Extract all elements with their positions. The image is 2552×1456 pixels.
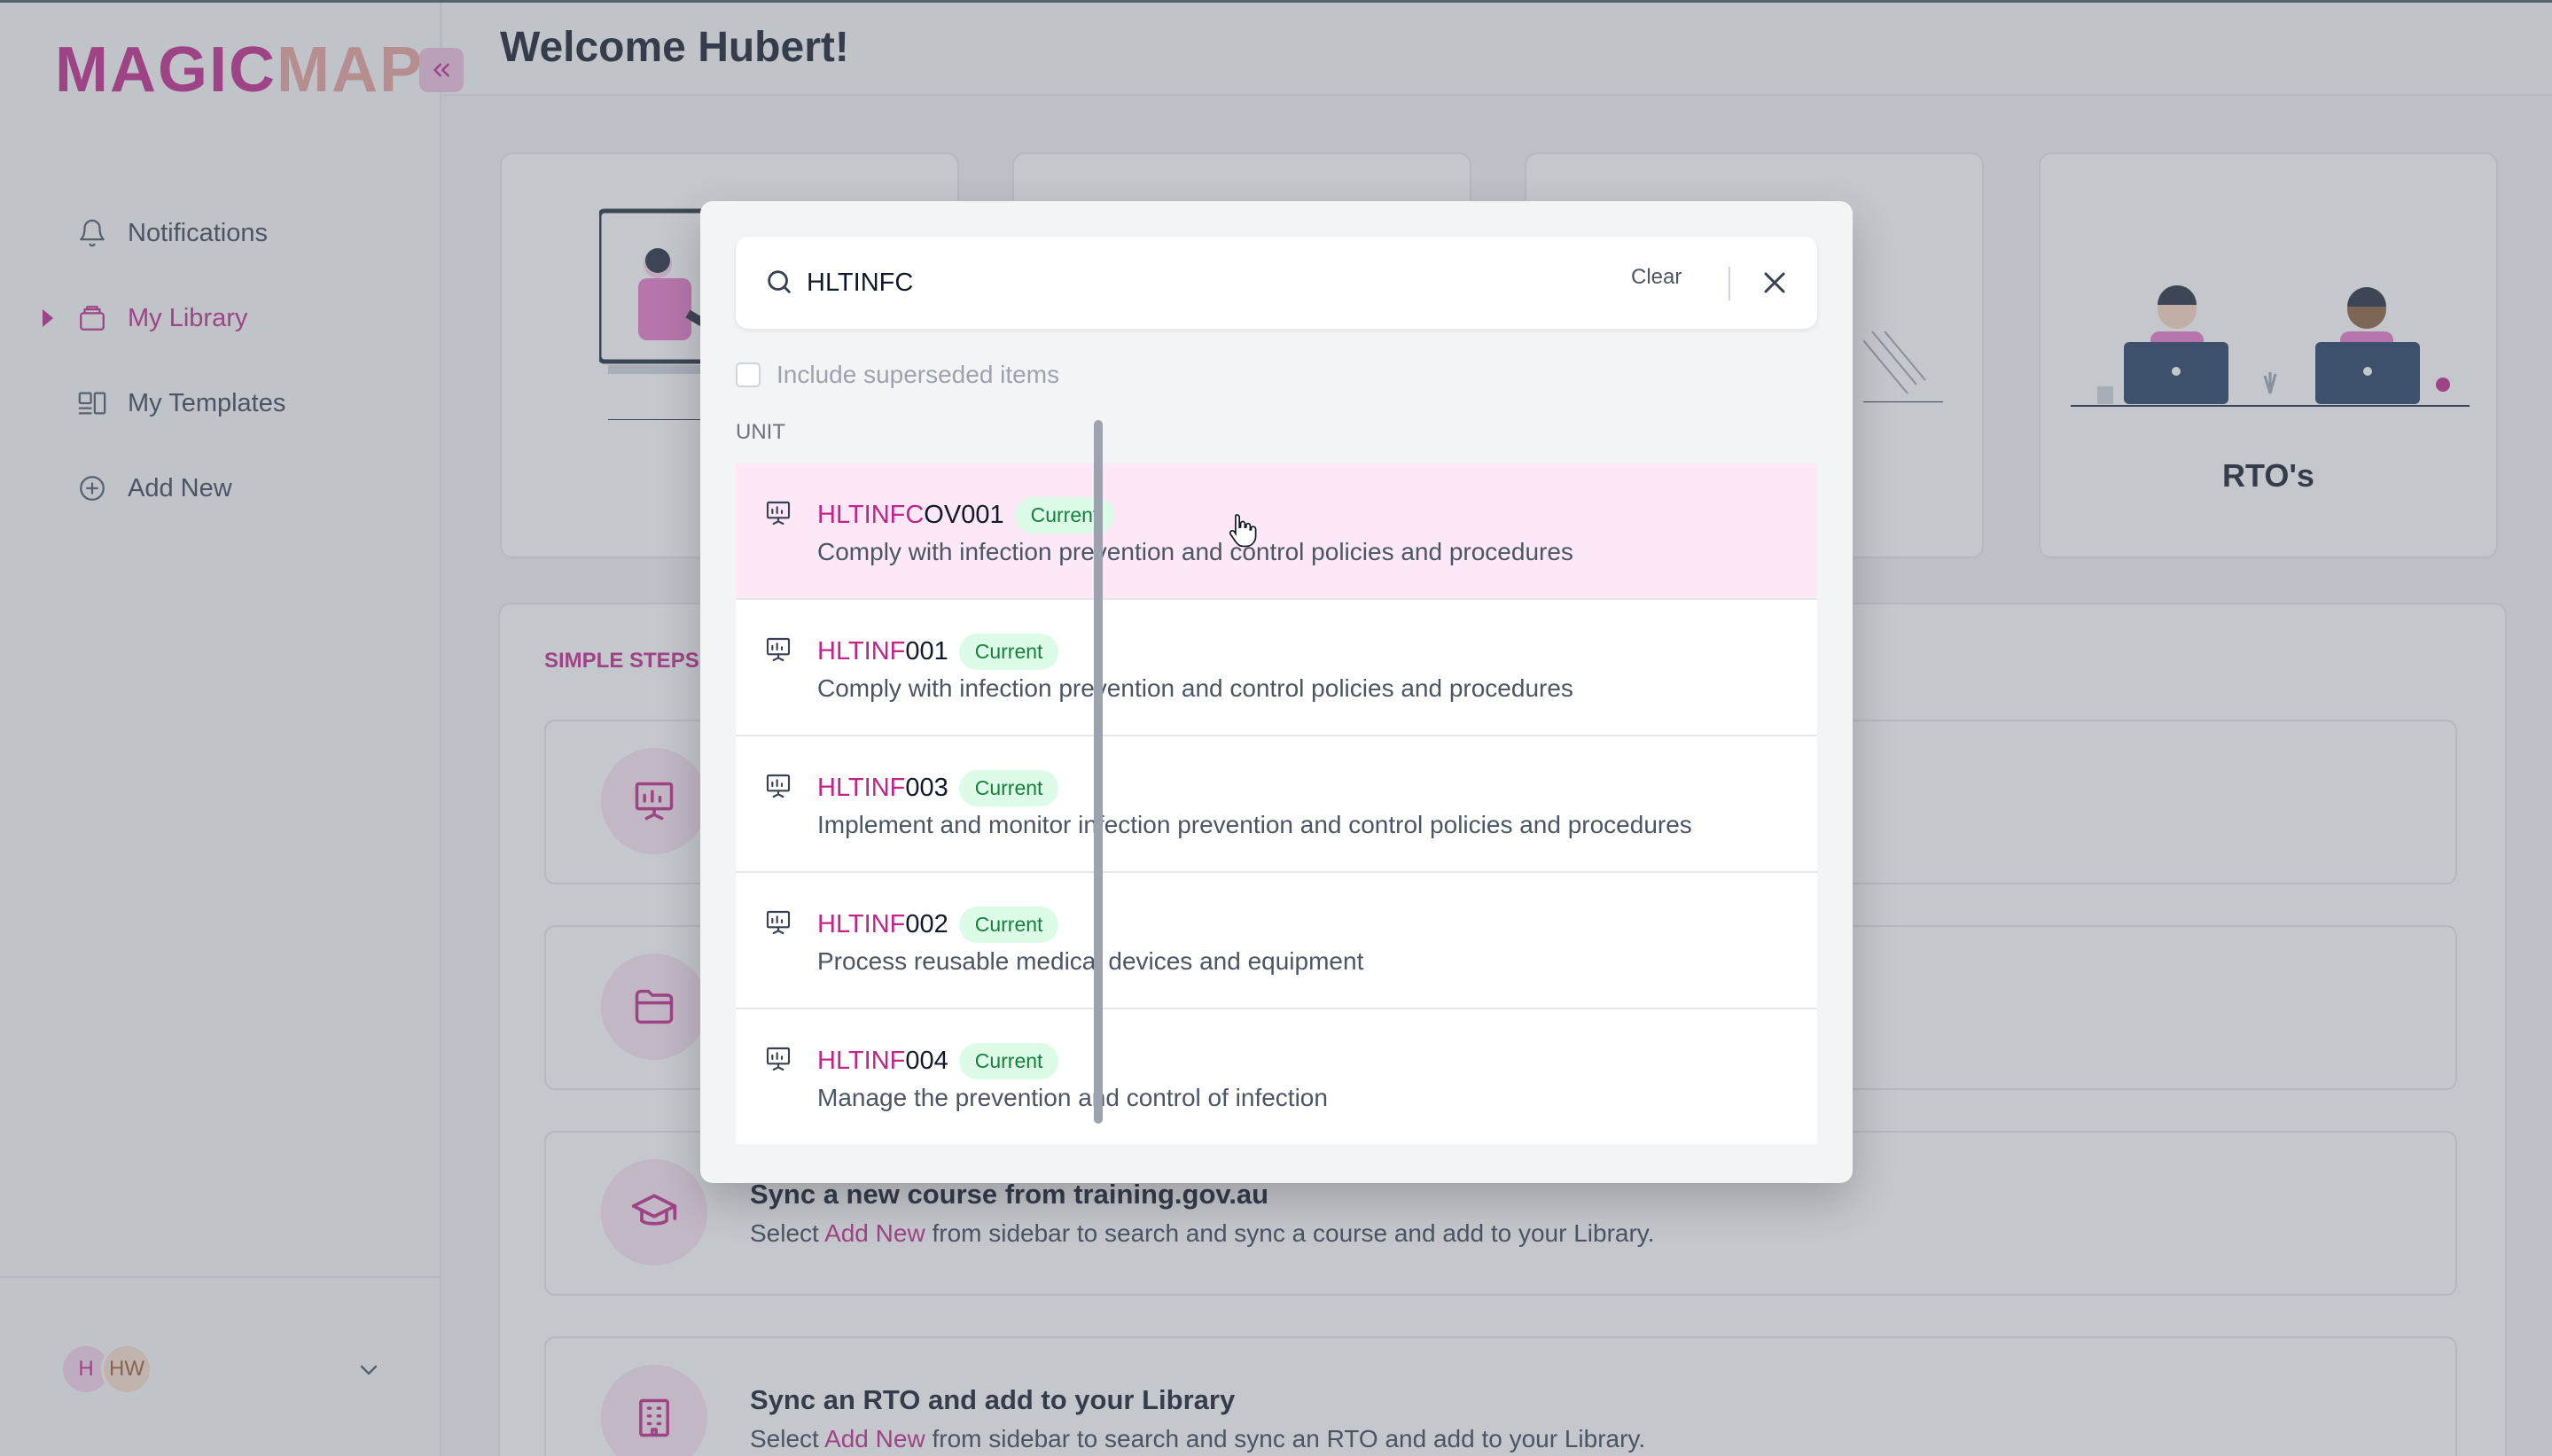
- unit-icon: [764, 1045, 792, 1078]
- code-rest: 003: [905, 774, 948, 802]
- result-item[interactable]: HLTINF 002 Current Process reusable medica…: [736, 873, 1817, 1009]
- hand-cursor-icon: [1229, 514, 1257, 548]
- search-bar: Clear: [736, 237, 1817, 329]
- result-title: Manage the prevention and control of inf…: [817, 1084, 1328, 1111]
- result-code: HLTINF 002 Current: [817, 907, 1059, 943]
- result-group-label: UNIT: [736, 420, 785, 444]
- results-scrollbar[interactable]: [1094, 420, 1103, 1124]
- search-modal: Clear Include superseded items UNIT HLTI…: [700, 201, 1853, 1183]
- include-superseded-label: Include superseded items: [777, 361, 1060, 388]
- result-code: HLTINFC OV001 Current: [817, 497, 1115, 533]
- result-item[interactable]: HLTINF 001 Current Comply with infection p…: [736, 600, 1817, 736]
- status-badge: Current: [958, 1043, 1059, 1079]
- app-root: MAGIC MAP Notifications My Library My Te…: [0, 0, 2552, 1456]
- code-match: HLTINF: [817, 637, 906, 666]
- clear-button[interactable]: Clear: [1631, 265, 1682, 290]
- result-title: Comply with infection prevention and con…: [817, 538, 1573, 565]
- code-rest: 001: [905, 637, 948, 666]
- result-item[interactable]: HLTINF 003 Current Implement and monitor i…: [736, 736, 1817, 873]
- divider: [1729, 267, 1730, 300]
- result-code: HLTINF 003 Current: [817, 770, 1059, 806]
- result-code: HLTINF 004 Current: [817, 1043, 1059, 1079]
- code-match: HLTINF: [817, 910, 906, 938]
- code-rest: 002: [905, 910, 948, 938]
- code-rest: OV001: [924, 501, 1004, 529]
- result-title: Process reusable medical devices and equ…: [817, 947, 1364, 975]
- code-match: HLTINF: [817, 1047, 906, 1075]
- code-match: HLTINFC: [817, 501, 925, 529]
- status-badge: Current: [958, 634, 1059, 670]
- unit-icon: [764, 499, 792, 532]
- include-superseded-option[interactable]: Include superseded items: [736, 361, 1059, 389]
- search-icon: [764, 267, 794, 301]
- unit-icon: [764, 908, 792, 941]
- result-code: HLTINF 001 Current: [817, 634, 1059, 670]
- unit-icon: [764, 772, 792, 805]
- result-title: Implement and monitor infection preventi…: [817, 811, 1692, 838]
- result-title: Comply with infection prevention and con…: [817, 674, 1573, 702]
- search-input[interactable]: [807, 253, 1604, 313]
- status-badge: Current: [958, 770, 1059, 806]
- unit-icon: [764, 635, 792, 668]
- results-list: HLTINFC OV001 Current Comply with infectio…: [736, 463, 1817, 1144]
- close-icon[interactable]: [1757, 265, 1792, 305]
- result-item[interactable]: HLTINF 004 Current Manage the prevention a…: [736, 1009, 1817, 1144]
- result-item[interactable]: HLTINFC OV001 Current Comply with infectio…: [736, 463, 1817, 600]
- include-superseded-checkbox[interactable]: [736, 362, 761, 387]
- code-rest: 004: [905, 1047, 948, 1075]
- code-match: HLTINF: [817, 774, 906, 802]
- status-badge: Current: [958, 907, 1059, 943]
